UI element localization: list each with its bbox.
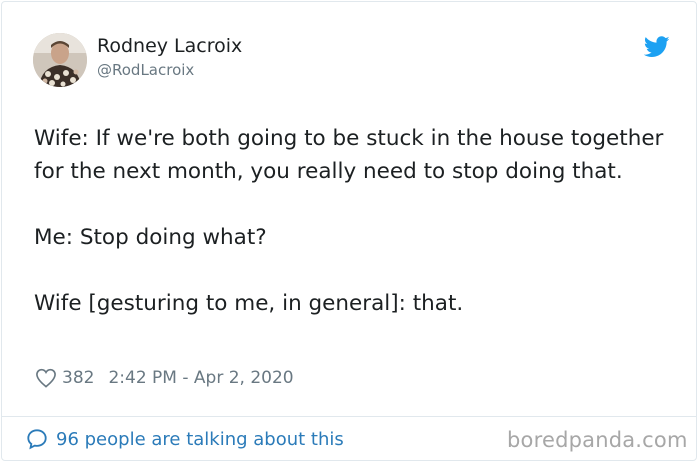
conversation-text[interactable]: 96 people are talking about this: [56, 429, 344, 450]
divider: [2, 416, 696, 417]
like-count[interactable]: 382: [62, 368, 94, 388]
heart-icon[interactable]: [35, 368, 57, 388]
tweet-text: Wife: If we're both going to be stuck in…: [34, 122, 674, 320]
author-display-name[interactable]: Rodney Lacroix: [97, 35, 242, 57]
avatar[interactable]: [33, 33, 87, 87]
conversation-link[interactable]: 96 people are talking about this: [26, 428, 344, 450]
tweet-line: Wife: If we're both going to be stuck in…: [34, 126, 664, 184]
tweet-line: Wife [gesturing to me, in general]: that…: [34, 291, 464, 316]
twitter-bird-icon[interactable]: [644, 36, 670, 58]
avatar-image: [33, 33, 87, 87]
tweet-line: Me: Stop doing what?: [34, 225, 267, 250]
speech-bubble-icon: [27, 429, 47, 450]
author-handle[interactable]: @RodLacroix: [97, 61, 194, 79]
watermark: boredpanda.com: [507, 428, 688, 452]
tweet-timestamp[interactable]: 2:42 PM - Apr 2, 2020: [108, 368, 293, 388]
tweet-card: Rodney Lacroix @RodLacroix Wife: If we'r…: [1, 1, 697, 461]
tweet-meta: 382 2:42 PM - Apr 2, 2020: [35, 366, 294, 390]
